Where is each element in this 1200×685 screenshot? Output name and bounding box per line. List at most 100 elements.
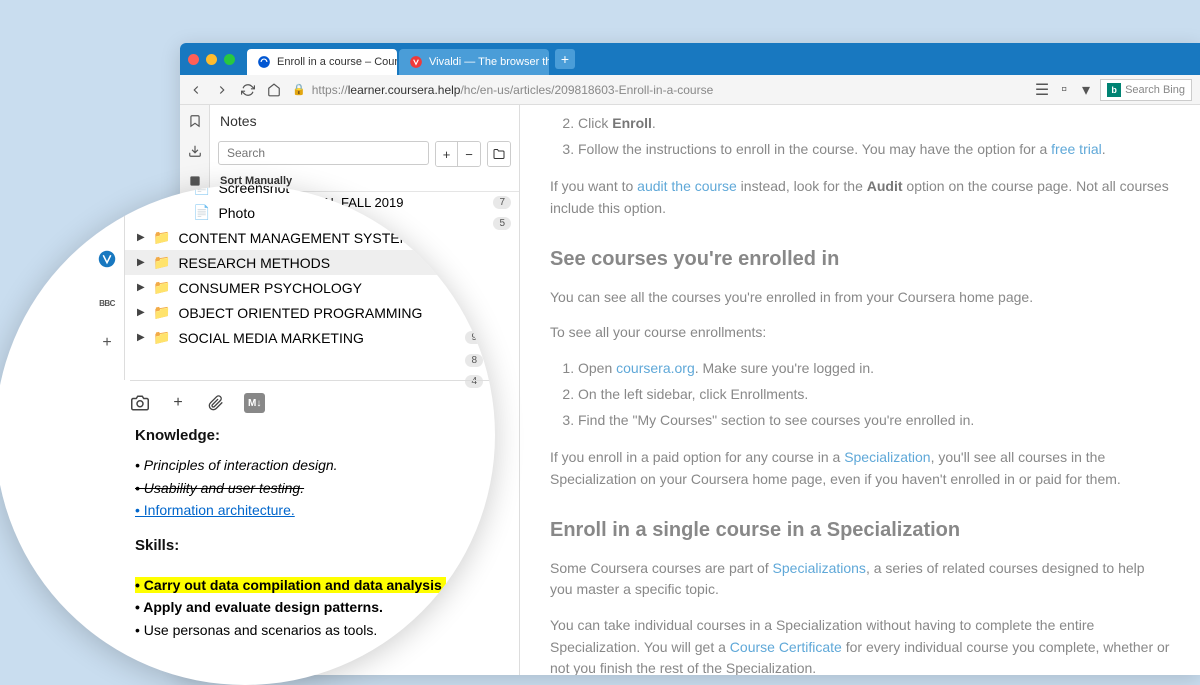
new-folder-button[interactable] [488,142,510,166]
specialization-link[interactable]: Specialization [844,449,930,465]
url-field[interactable]: 🔒 https://learner.coursera.help/hc/en-us… [292,83,1024,97]
tree-count: 8 [465,354,483,367]
search-placeholder: Search Bing [1125,84,1185,96]
section-heading: See courses you're enrolled in [550,244,1170,275]
window-controls [188,54,235,65]
certificate-link[interactable]: Course Certificate [730,639,842,655]
tree-label: Photo [218,205,483,221]
close-window-button[interactable] [188,54,199,65]
tree-count: 9 [465,331,483,344]
markdown-toggle[interactable]: M↓ [244,393,265,413]
list-item: On the left sidebar, click Enrollments. [578,384,1170,406]
lock-icon: 🔒 [292,83,306,96]
coursera-favicon-icon [257,55,271,69]
tree-label: CONTENT MANAGEMENT SYSTEMS [178,230,483,246]
folder-icon: 📁 [153,304,170,321]
tab-inactive[interactable]: Vivaldi — The browser that [399,49,549,75]
dropdown-icon[interactable]: ▾ [1078,82,1094,98]
file-icon: 📄 [193,185,210,196]
url-text: https://learner.coursera.help/hc/en-us/a… [312,83,714,97]
note-editor-content[interactable]: Knowledge: • Principles of interaction d… [135,425,475,644]
page-content: Click Enroll. Follow the instructions to… [520,105,1200,675]
chevron-right-icon: ▶ [137,307,145,318]
audit-link[interactable]: audit the course [637,178,737,194]
tree-folder-row[interactable]: ▶📁RESEARCH METHODS [125,250,495,275]
tree-folder-row[interactable]: ▶📁OBJECT ORIENTED PROGRAMMING7 [125,300,495,325]
tree-label: OBJECT ORIENTED PROGRAMMING [178,305,461,321]
reader-icon[interactable]: ☰ [1034,82,1050,98]
folder-icon: 📁 [153,279,170,296]
bullet-link[interactable]: • Information architecture. [135,502,295,518]
new-tab-button[interactable]: + [555,49,575,69]
vivaldi-favicon-icon [409,55,423,69]
remove-note-button[interactable]: − [458,142,480,166]
paragraph: To see all your course enrollments: [550,322,1170,344]
tree-label: RESEARCH METHODS [178,255,483,271]
tree-count: 7 [493,196,511,209]
list-item: Follow the instructions to enroll in the… [578,139,1170,161]
list-item: Find the "My Courses" section to see cou… [578,410,1170,432]
vivaldi-panel-icon[interactable] [98,250,116,273]
forward-button[interactable] [214,82,230,98]
list-item: Open coursera.org. Make sure you're logg… [578,358,1170,380]
tree-folder-row[interactable]: ▶📁SOCIAL MEDIA MARKETING9 [125,325,495,350]
file-icon: 📄 [193,204,210,221]
maximize-window-button[interactable] [224,54,235,65]
lens-panel-strip: BBC + [90,185,125,380]
downloads-panel-icon[interactable] [187,143,203,159]
chevron-right-icon: ▶ [137,282,145,293]
bullet-item: • Principles of interaction design. [135,456,475,476]
lens-notes-tree: 📄 Screenshot 📄 Photo ▶ 📁 CONTENT MANAGEMENT … [125,185,495,392]
chevron-right-icon: ▶ [137,332,145,343]
bbc-panel-icon[interactable]: BBC [99,299,115,308]
bullet-item: • Apply and evaluate design patterns. [135,598,475,618]
free-trial-link[interactable]: free trial [1051,141,1102,157]
paragraph: Some Coursera courses are part of Specia… [550,558,1170,601]
back-button[interactable] [188,82,204,98]
folder-icon: 📁 [153,229,170,246]
reload-button[interactable] [240,82,256,98]
paragraph: If you want to audit the course instead,… [550,176,1170,219]
article-body: Click Enroll. Follow the instructions to… [520,113,1200,675]
specializations-link[interactable]: Specializations [773,560,866,576]
paragraph: You can see all the courses you're enrol… [550,287,1170,309]
notes-search-input[interactable] [218,141,429,165]
paragraph: If you enroll in a paid option for any c… [550,447,1170,490]
bullet-item: • Use personas and scenarios as tools. [135,621,475,641]
tree-label: Screenshot [218,185,483,196]
skills-heading: Skills: [135,535,475,556]
address-bar: 🔒 https://learner.coursera.help/hc/en-us… [180,75,1200,105]
notes-toolbar: + − [210,137,519,171]
section-heading: Enroll in a single course in a Specializ… [550,515,1170,546]
tab-bar: Enroll in a course – Course Vivaldi — Th… [180,43,1200,75]
magnified-notes-lens: BBC + 📄 Screenshot 📄 Photo ▶ 📁 CONTENT MANAG… [0,185,495,685]
knowledge-heading: Knowledge: [135,425,475,446]
minimize-window-button[interactable] [206,54,217,65]
page-panel-icon[interactable] [99,203,115,224]
attachment-icon[interactable] [206,393,226,413]
add-note-button[interactable]: + [436,142,458,166]
bing-icon: b [1107,83,1121,97]
coursera-link[interactable]: coursera.org [616,360,695,376]
tree-folder-row[interactable]: ▶ 📁 CONTENT MANAGEMENT SYSTEMS [125,225,495,250]
home-button[interactable] [266,82,282,98]
tree-folder-row[interactable]: ▶ 📁 CONSUMER PSYCHOLOGY [125,275,495,300]
tree-folder-row[interactable]: 📄 Screenshot [125,185,495,200]
tree-folder-row[interactable]: 8 [125,350,495,371]
tab-active[interactable]: Enroll in a course – Course [247,49,397,75]
bullet-highlighted: • Carry out data compilation and data an… [135,577,446,593]
search-engine-box[interactable]: b Search Bing [1100,79,1192,101]
bookmark-icon[interactable]: ▫ [1056,82,1072,98]
chevron-right-icon: ▶ [137,232,145,243]
note-editor-toolbar: + M↓ [130,380,490,413]
add-panel-icon[interactable]: + [102,334,111,352]
add-icon[interactable]: + [168,393,188,413]
address-bar-right: ☰ ▫ ▾ b Search Bing [1034,79,1192,101]
tree-count: 5 [493,217,511,230]
tree-label: CONSUMER PSYCHOLOGY [178,280,483,296]
tree-label: SOCIAL MEDIA MARKETING [178,330,461,346]
camera-icon[interactable] [130,393,150,413]
bookmarks-panel-icon[interactable] [187,113,203,129]
tab-label: Vivaldi — The browser that [429,56,549,68]
tree-folder-row[interactable]: 📄 Photo [125,200,495,225]
